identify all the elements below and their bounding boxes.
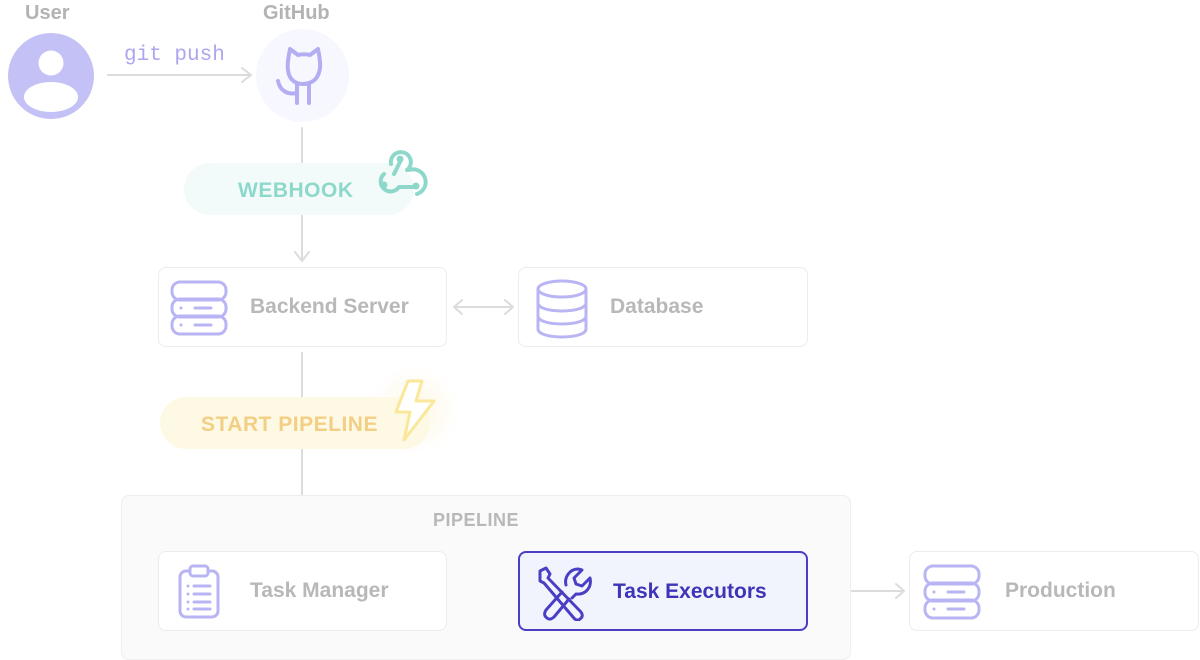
server-stack-icon (169, 279, 229, 342)
task-manager-label: Task Manager (250, 579, 389, 602)
user-avatar-icon[interactable] (8, 33, 94, 119)
github-octocat-icon[interactable] (256, 29, 349, 122)
start-pipeline-label: START PIPELINE (201, 413, 378, 436)
webhook-label: WEBHOOK (238, 179, 354, 202)
database-node[interactable]: Database (518, 267, 808, 347)
backend-server-label: Backend Server (250, 295, 409, 318)
backend-server-node[interactable]: Backend Server (158, 267, 447, 347)
production-label: Production (1005, 579, 1116, 602)
task-executors-node[interactable]: Task Executors (518, 551, 808, 631)
server-stack-icon (922, 563, 982, 626)
lightning-bolt-icon (392, 378, 438, 444)
user-label: User (25, 2, 70, 24)
github-label: GitHub (263, 2, 330, 24)
tools-icon (536, 565, 592, 626)
task-manager-node[interactable]: Task Manager (158, 551, 447, 631)
database-icon (535, 279, 589, 344)
git-push-label: git push (124, 44, 225, 67)
pipeline-group-label: PIPELINE (433, 510, 520, 530)
clipboard-list-icon (177, 564, 221, 625)
production-node[interactable]: Production (909, 551, 1199, 631)
database-label: Database (610, 295, 704, 318)
webhook-icon (371, 148, 429, 200)
task-executors-label: Task Executors (613, 580, 767, 603)
